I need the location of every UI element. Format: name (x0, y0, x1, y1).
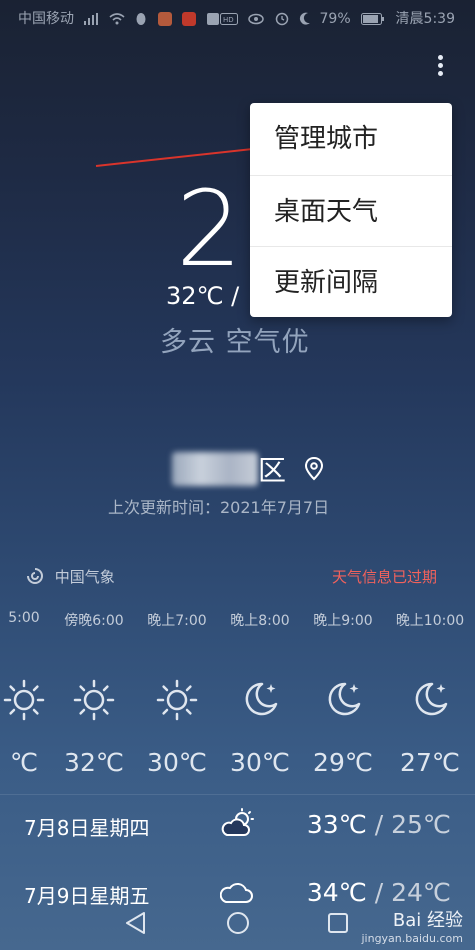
status-bar: 中国移动 HD 79% 清晨5:39 (0, 0, 475, 34)
eye-icon (248, 13, 264, 25)
signal-icon (84, 13, 99, 25)
moon-star-icon (301, 678, 385, 722)
daily-row[interactable]: 7月8日星期四 33℃ / 25℃ (0, 800, 475, 860)
weather-condition: 多云 空气优 (160, 327, 310, 358)
location-pin-icon (304, 456, 323, 481)
annotation-arrow (95, 142, 270, 167)
wifi-icon (109, 13, 125, 25)
hourly-temp: 29℃ (313, 748, 373, 777)
hourly-item: 晚上9:00 29℃ (301, 610, 385, 777)
clock: 清晨5:39 (395, 11, 455, 27)
expired-notice: 天气信息已过期 (332, 568, 438, 586)
daily-high: 33℃ (306, 810, 367, 839)
hourly-temp: 32℃ (64, 748, 124, 777)
menu-item-update-interval[interactable]: 更新间隔 (250, 246, 452, 318)
moon-icon (299, 12, 311, 25)
last-update-time: 上次更新时间：2021年7月7日 (108, 498, 330, 517)
source-name: 中国气象 (54, 568, 115, 586)
china-weather-logo-icon (27, 568, 43, 584)
partly-cloudy-icon (220, 808, 256, 844)
moon-star-icon (218, 678, 302, 722)
svg-text:HD: HD (223, 16, 234, 24)
alarm-icon (275, 12, 288, 26)
hourly-time: 晚上9:00 (313, 613, 373, 629)
recents-icon[interactable] (326, 911, 350, 935)
hourly-time: 晚上8:00 (230, 613, 290, 629)
qq-icon (136, 13, 146, 25)
hourly-item: 晚上8:00 30℃ (218, 610, 302, 777)
hourly-temp: 30℃ (147, 748, 207, 777)
weather-screen: 中国移动 HD 79% 清晨5:39 2 32℃ / 多云 空气优 管理城市 桌… (0, 0, 475, 950)
current-temperature: 2 (176, 168, 243, 290)
watermark-url: jingyan.baidu.com (361, 932, 463, 945)
baidu-watermark: Bai 经验 jingyan.baidu.com (361, 906, 463, 945)
hd-icon: HD (219, 13, 238, 25)
app-icon-1 (157, 12, 172, 26)
status-left: 中国移动 (18, 8, 233, 28)
temp-separator: / (366, 810, 392, 839)
sun-icon (135, 678, 219, 722)
hourly-time: 晚上7:00 (147, 613, 207, 629)
moon-star-icon (388, 678, 472, 722)
hourly-temp: 27℃ (400, 748, 460, 777)
home-icon[interactable] (225, 910, 251, 936)
battery-percent: 79% (319, 11, 351, 27)
hourly-time: 傍晚6:00 (64, 613, 124, 629)
daily-date: 7月8日星期四 (24, 816, 150, 840)
watermark-brand: Bai 经验 (392, 910, 463, 931)
menu-item-manage-cities[interactable]: 管理城市 (250, 103, 452, 175)
district-label: 区 (258, 454, 287, 487)
hourly-item: 晚上10:00 27℃ (388, 610, 472, 777)
district-name[interactable]: 区 (258, 449, 325, 489)
battery-icon (361, 13, 385, 25)
sun-icon (52, 678, 136, 722)
daily-temps: 33℃ / 25℃ (307, 810, 451, 839)
overflow-menu: 管理城市 桌面天气 更新间隔 (250, 103, 452, 317)
hourly-temp: 30℃ (230, 748, 290, 777)
carrier-label: 中国移动 (18, 11, 74, 27)
status-right: HD 79% 清晨5:39 (214, 8, 455, 28)
more-options-icon[interactable] (430, 52, 450, 82)
daily-low: 25℃ (391, 810, 451, 839)
weather-source: 中国气象 (26, 566, 115, 587)
hourly-time: 晚上10:00 (395, 613, 465, 629)
app-icon-2 (182, 12, 197, 26)
redacted-location (172, 452, 258, 486)
hourly-item: 傍晚6:00 32℃ (52, 610, 136, 777)
back-icon[interactable] (124, 910, 148, 936)
hourly-item: 晚上7:00 30℃ (135, 610, 219, 777)
menu-item-desktop-weather[interactable]: 桌面天气 (250, 175, 452, 247)
today-temp-range: 32℃ / (166, 282, 240, 310)
divider (0, 794, 475, 795)
